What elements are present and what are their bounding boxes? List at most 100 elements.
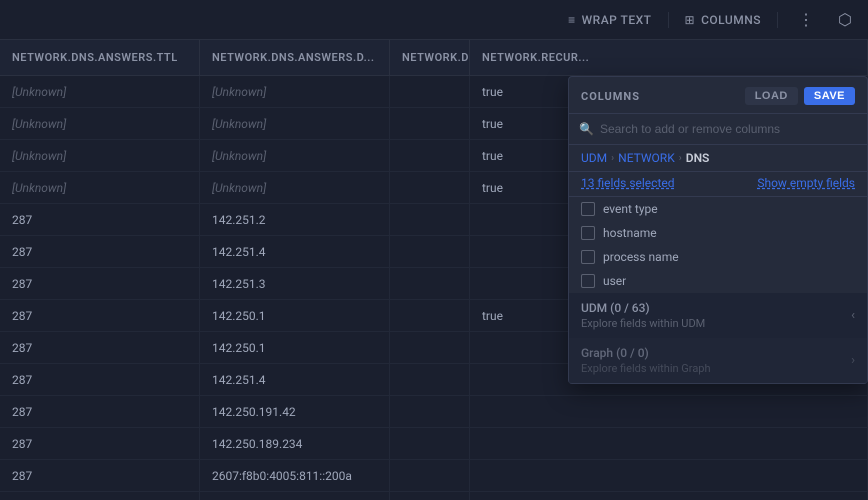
checkbox-event-type[interactable]: [581, 202, 595, 216]
graph-section-left: Graph (0 / 0) Explore fields within Grap…: [581, 346, 711, 375]
checkbox-process-name[interactable]: [581, 250, 595, 264]
show-empty-fields[interactable]: Show empty fields: [757, 176, 855, 190]
columns-button[interactable]: ⊞ COLUMNS: [685, 13, 762, 27]
cell-unknown: [Unknown]: [0, 140, 200, 171]
table-cell: [390, 460, 470, 491]
table-cell: [390, 396, 470, 427]
columns-label: COLUMNS: [701, 13, 761, 27]
table-cell: [470, 460, 868, 491]
table-cell: 142.251.3: [200, 268, 390, 299]
table-cell: 287: [0, 236, 200, 267]
udm-section-subtitle: Explore fields within UDM: [581, 317, 705, 330]
table-cell: 142.250.1: [200, 300, 390, 331]
graph-section-subtitle: Explore fields within Graph: [581, 362, 711, 375]
wrap-text-button[interactable]: ≡ WRAP TEXT: [568, 13, 651, 27]
table-cell: 287: [0, 396, 200, 427]
table-cell: 3690: [390, 492, 470, 500]
field-label-event-type: event type: [603, 202, 855, 216]
search-container: 🔍: [569, 114, 867, 145]
col-header-last: NETWORK.RECUR...: [470, 40, 868, 75]
field-item-user[interactable]: user: [569, 269, 867, 293]
load-button[interactable]: LOAD: [745, 87, 798, 105]
udm-section-left: UDM (0 / 63) Explore fields within UDM: [581, 301, 705, 330]
table-header: NETWORK.DNS.ANSWERS.TTL NETWORK.DNS.ANSW…: [0, 40, 868, 76]
table-cell: [390, 140, 470, 171]
udm-section-title: UDM (0 / 63): [581, 301, 705, 315]
table-cell: 142.251.4: [200, 236, 390, 267]
unchecked-field-list: event type hostname process name user: [569, 197, 867, 293]
table-cell: [470, 396, 868, 427]
table-cell: [390, 108, 470, 139]
expand-button[interactable]: ⬡: [834, 8, 856, 31]
table-cell: 142.251.4: [200, 364, 390, 395]
columns-icon: ⊞: [685, 13, 696, 27]
table-cell: 287: [0, 428, 200, 459]
cell-unknown: [Unknown]: [200, 140, 390, 171]
breadcrumb-separator-1: ›: [611, 153, 614, 164]
table-cell: 2607:f8b0:4005:806::200a: [200, 492, 390, 500]
table-cell: [390, 172, 470, 203]
table-cell: 287: [0, 460, 200, 491]
field-item-event-type[interactable]: event type: [569, 197, 867, 221]
wrap-text-icon: ≡: [568, 13, 576, 27]
search-input[interactable]: [600, 122, 857, 136]
cell-unknown: [Unknown]: [200, 76, 390, 107]
panel-actions: LOAD SAVE: [745, 87, 855, 105]
table-cell: 287: [0, 268, 200, 299]
table-row: 287 142.250.191.42: [0, 396, 868, 428]
udm-section[interactable]: UDM (0 / 63) Explore fields within UDM ‹: [569, 293, 867, 338]
table-cell: 142.250.189.234: [200, 428, 390, 459]
table-cell: [390, 428, 470, 459]
table-cell: 287: [0, 332, 200, 363]
col-header-1: NETWORK.DNS.ANSWERS.TTL: [0, 40, 200, 75]
checkbox-user[interactable]: [581, 274, 595, 288]
cell-unknown: [Unknown]: [0, 108, 200, 139]
breadcrumb-separator-2: ›: [679, 153, 682, 164]
table-cell: 287: [0, 204, 200, 235]
cell-unknown: [Unknown]: [0, 172, 200, 203]
toolbar-divider-2: [777, 12, 778, 28]
table-cell: 287: [0, 492, 200, 500]
table-cell: [470, 428, 868, 459]
table-row: 287 2607:f8b0:4005:811::200a: [0, 460, 868, 492]
wrap-text-label: WRAP TEXT: [582, 13, 652, 27]
col-header-2: NETWORK.DNS.ANSWERS.D...: [200, 40, 390, 75]
table-row: 287 142.250.189.234: [0, 428, 868, 460]
field-label-hostname: hostname: [603, 226, 855, 240]
table-cell: [390, 332, 470, 363]
field-item-process-name[interactable]: process name: [569, 245, 867, 269]
table-cell: [470, 492, 868, 500]
field-label-process-name: process name: [603, 250, 855, 264]
field-item-hostname[interactable]: hostname: [569, 221, 867, 245]
breadcrumb: UDM › NETWORK › DNS: [569, 145, 867, 172]
columns-panel: COLUMNS LOAD SAVE 🔍 UDM › NETWORK › DNS …: [568, 76, 868, 384]
checkbox-hostname[interactable]: [581, 226, 595, 240]
breadcrumb-current: DNS: [686, 151, 710, 165]
table-cell: 287: [0, 300, 200, 331]
graph-section[interactable]: Graph (0 / 0) Explore fields within Grap…: [569, 338, 867, 383]
col-header-3: NETWORK.D: [390, 40, 470, 75]
panel-header: COLUMNS LOAD SAVE: [569, 77, 867, 114]
table-cell: [390, 364, 470, 395]
breadcrumb-root[interactable]: UDM: [581, 151, 607, 165]
field-label-user: user: [603, 274, 855, 288]
fields-selected[interactable]: 13 fields selected: [581, 176, 675, 190]
cell-unknown: [Unknown]: [200, 108, 390, 139]
summary-row: 13 fields selected Show empty fields: [569, 172, 867, 197]
table-row: 287 2607:f8b0:4005:806::200a 3690: [0, 492, 868, 500]
panel-title: COLUMNS: [581, 90, 640, 103]
breadcrumb-level1[interactable]: NETWORK: [618, 151, 675, 165]
table-cell: [390, 76, 470, 107]
table-cell: 287: [0, 364, 200, 395]
table-cell: 2607:f8b0:4005:811::200a: [200, 460, 390, 491]
table-cell: 142.251.2: [200, 204, 390, 235]
udm-section-arrow: ‹: [851, 308, 855, 323]
table-cell: 142.250.191.42: [200, 396, 390, 427]
cell-unknown: [Unknown]: [0, 76, 200, 107]
graph-section-arrow: ›: [851, 353, 855, 368]
cell-unknown: [Unknown]: [200, 172, 390, 203]
toolbar-divider-1: [668, 12, 669, 28]
table-container: NETWORK.DNS.ANSWERS.TTL NETWORK.DNS.ANSW…: [0, 40, 868, 500]
more-options-button[interactable]: ⋮: [794, 8, 818, 31]
save-button[interactable]: SAVE: [804, 87, 855, 105]
